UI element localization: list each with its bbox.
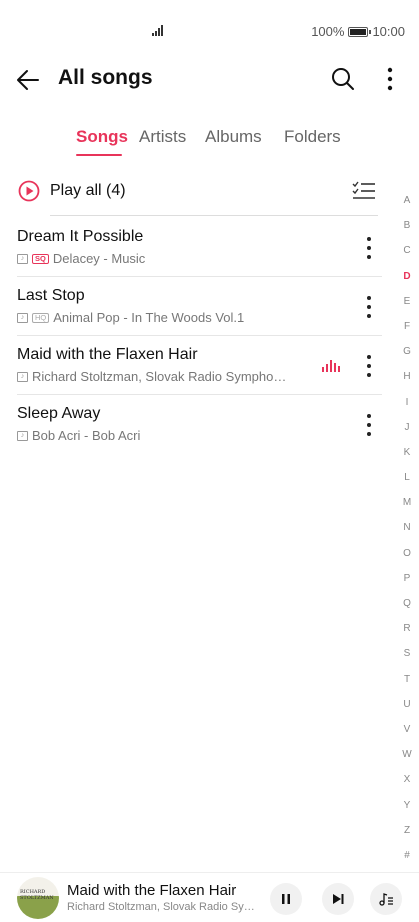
battery-percent: 100% xyxy=(311,24,345,39)
alphabet-letter[interactable]: G xyxy=(400,345,414,370)
alphabet-letter[interactable]: D xyxy=(400,270,414,295)
status-bar: 100% 10:00 xyxy=(0,0,419,62)
tab-songs[interactable]: Songs xyxy=(76,127,128,147)
arrow-left-icon[interactable] xyxy=(14,66,42,94)
song-subtitle-line: ♪ HQ Animal Pop - In The Woods Vol.1 xyxy=(17,310,244,325)
alphabet-letter[interactable]: R xyxy=(400,622,414,647)
alphabet-letter[interactable]: N xyxy=(400,521,414,546)
alphabet-letter[interactable]: U xyxy=(400,698,414,723)
song-title: Last Stop xyxy=(17,287,85,304)
now-playing-icon xyxy=(322,360,340,372)
alphabet-letter[interactable]: K xyxy=(400,446,414,471)
tab-bar: Songs Artists Albums Folders xyxy=(0,127,419,161)
song-title: Sleep Away xyxy=(17,405,101,422)
next-button[interactable] xyxy=(322,883,354,915)
song-row[interactable]: Last Stop ♪ HQ Animal Pop - In The Woods… xyxy=(0,277,400,336)
alphabet-index[interactable]: A B C D E F G H I J K L M N O P Q R S T U V W X Y Z # xyxy=(400,194,414,874)
play-circle-icon[interactable] xyxy=(18,180,40,202)
play-all-label: Play all (4) xyxy=(50,182,126,199)
tab-indicator xyxy=(76,154,122,156)
mini-player[interactable]: RICHARD STOLTZMAN Maid with the Flaxen H… xyxy=(0,872,419,922)
queue-button[interactable] xyxy=(370,883,402,915)
song-title: Maid with the Flaxen Hair xyxy=(17,346,198,363)
song-subtitle: Bob Acri - Bob Acri xyxy=(32,428,141,443)
battery-icon xyxy=(348,26,372,37)
alphabet-letter[interactable]: X xyxy=(400,773,414,798)
quality-badge: HQ xyxy=(32,312,50,323)
song-subtitle: Delacey - Music xyxy=(52,251,146,266)
mini-player-subtitle: Richard Stoltzman, Slovak Radio Sym… xyxy=(67,901,257,913)
more-vertical-icon[interactable] xyxy=(360,235,378,261)
alphabet-letter[interactable]: V xyxy=(400,723,414,748)
alphabet-letter[interactable]: J xyxy=(400,421,414,446)
local-file-icon: ♪ xyxy=(17,253,28,264)
album-art[interactable]: RICHARD STOLTZMAN xyxy=(17,877,59,919)
alphabet-letter[interactable]: H xyxy=(400,370,414,395)
alphabet-letter[interactable]: E xyxy=(400,295,414,320)
page-title: All songs xyxy=(58,66,153,89)
signal-icon xyxy=(152,25,163,36)
play-all-row[interactable]: Play all (4) xyxy=(18,178,398,208)
song-row[interactable]: Sleep Away ♪ Bob Acri - Bob Acri xyxy=(0,395,400,454)
tab-albums[interactable]: Albums xyxy=(205,127,262,147)
alphabet-letter[interactable]: O xyxy=(400,547,414,572)
alphabet-letter[interactable]: Y xyxy=(400,799,414,824)
local-file-icon: ♪ xyxy=(17,312,28,323)
alphabet-letter[interactable]: W xyxy=(400,748,414,773)
app-header: All songs xyxy=(0,56,419,104)
alphabet-letter[interactable]: M xyxy=(400,496,414,521)
alphabet-letter[interactable]: I xyxy=(400,396,414,421)
song-title: Dream It Possible xyxy=(17,228,144,245)
alphabet-letter[interactable]: A xyxy=(400,194,414,219)
alphabet-letter[interactable]: B xyxy=(400,219,414,244)
local-file-icon: ♪ xyxy=(17,371,28,382)
song-subtitle: Richard Stoltzman, Slovak Radio Sympho… xyxy=(32,369,287,384)
more-vertical-icon[interactable] xyxy=(360,353,378,379)
clock: 10:00 xyxy=(372,24,405,39)
skip-next-icon xyxy=(333,894,344,904)
alphabet-letter[interactable]: Q xyxy=(400,597,414,622)
song-list: Dream It Possible ♪ SQ Delacey - Music L… xyxy=(0,218,400,454)
more-vertical-icon[interactable] xyxy=(360,412,378,438)
alphabet-letter[interactable]: L xyxy=(400,471,414,496)
search-icon[interactable] xyxy=(330,66,356,92)
local-file-icon: ♪ xyxy=(17,430,28,441)
alphabet-letter[interactable]: P xyxy=(400,572,414,597)
song-subtitle-line: ♪ Bob Acri - Bob Acri xyxy=(17,428,140,443)
song-subtitle-line: ♪ SQ Delacey - Music xyxy=(17,251,145,266)
tab-artists[interactable]: Artists xyxy=(139,127,186,147)
alphabet-letter[interactable]: # xyxy=(400,849,414,874)
alphabet-letter[interactable]: C xyxy=(400,244,414,269)
playlist-icon xyxy=(379,893,393,906)
alphabet-letter[interactable]: S xyxy=(400,647,414,672)
more-vertical-icon[interactable] xyxy=(360,294,378,320)
more-vertical-icon[interactable] xyxy=(378,64,402,94)
song-subtitle: Animal Pop - In The Woods Vol.1 xyxy=(53,310,245,325)
song-subtitle-line: ♪ Richard Stoltzman, Slovak Radio Sympho… xyxy=(17,369,286,384)
tab-folders[interactable]: Folders xyxy=(284,127,341,147)
alphabet-letter[interactable]: Z xyxy=(400,824,414,849)
mini-player-title: Maid with the Flaxen Hair xyxy=(67,882,237,899)
song-row[interactable]: Dream It Possible ♪ SQ Delacey - Music xyxy=(0,218,400,277)
battery-fill xyxy=(350,28,367,35)
multiselect-icon[interactable] xyxy=(352,180,376,202)
pause-button[interactable] xyxy=(270,883,302,915)
song-row[interactable]: Maid with the Flaxen Hair ♪ Richard Stol… xyxy=(0,336,400,395)
status-right: 100% 10:00 xyxy=(311,24,405,39)
pause-icon xyxy=(282,894,290,904)
album-art-text: RICHARD STOLTZMAN xyxy=(20,889,54,901)
alphabet-letter[interactable]: T xyxy=(400,673,414,698)
divider xyxy=(50,215,378,216)
quality-badge: SQ xyxy=(32,253,49,264)
alphabet-letter[interactable]: F xyxy=(400,320,414,345)
